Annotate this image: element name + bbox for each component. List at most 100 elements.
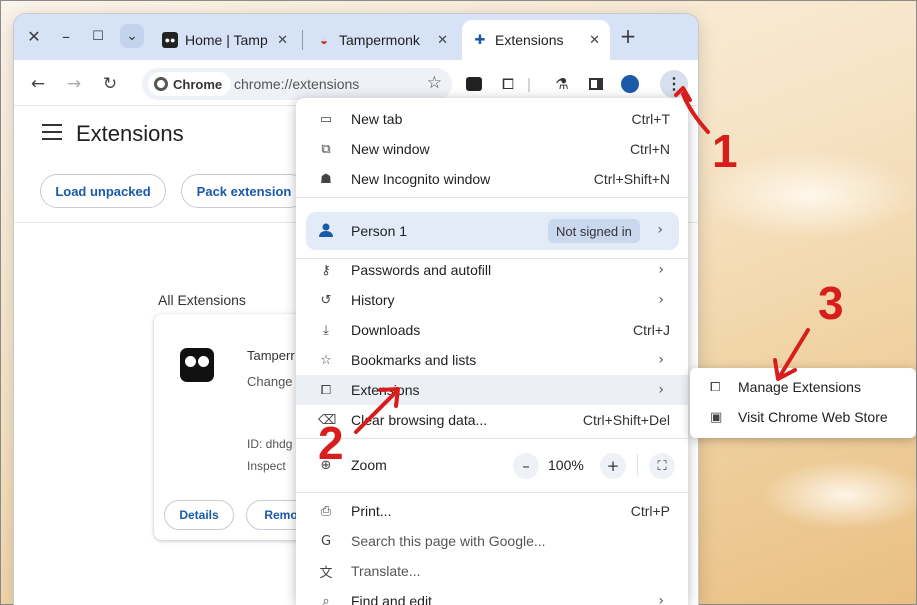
address-bar[interactable]: Chrome chrome://extensions ☆ bbox=[142, 68, 452, 100]
tab-extensions[interactable]: ✚ Extensions ✕ bbox=[462, 20, 610, 60]
url-text: chrome://extensions bbox=[234, 76, 360, 92]
menu-item-label: Search this page with Google... bbox=[351, 533, 546, 549]
tab-home-tampermonkey[interactable]: ●● Home | Tamp ✕ bbox=[152, 20, 298, 60]
step-1-label: 1 bbox=[712, 125, 738, 177]
tab-search-button[interactable]: ⌄ bbox=[120, 24, 144, 48]
menu-item-download[interactable]: ⤓ Downloads Ctrl+J bbox=[296, 315, 688, 345]
menu-item-label: New window bbox=[351, 141, 430, 157]
labs-flask-icon[interactable]: ⚗ bbox=[550, 72, 574, 96]
menu-divider bbox=[296, 197, 688, 198]
zoom-in-button[interactable]: + bbox=[600, 453, 626, 479]
menu-item-find[interactable]: ⌕ Find and edit › bbox=[296, 586, 688, 605]
menu-item-label: Clear browsing data... bbox=[351, 412, 488, 428]
details-button[interactable]: Details bbox=[164, 500, 234, 530]
profile-avatar-icon[interactable] bbox=[618, 72, 642, 96]
tab-title: Tampermonk bbox=[339, 32, 420, 48]
menu-item-new-window[interactable]: ⧉ New window Ctrl+N bbox=[296, 134, 688, 164]
menu-item-new-tab[interactable]: ▭ New tab Ctrl+T bbox=[296, 104, 688, 134]
close-tab-icon[interactable]: ✕ bbox=[589, 33, 600, 48]
hamburger-menu-icon[interactable] bbox=[42, 124, 62, 140]
menu-item-zoom: ⊕ Zoom bbox=[296, 450, 688, 480]
section-heading: All Extensions bbox=[158, 292, 246, 308]
manage-extensions-item[interactable]: ⧠ Manage Extensions bbox=[690, 372, 916, 402]
puzzle-icon: ⧠ bbox=[710, 379, 721, 395]
new-tab-icon: ▭ bbox=[319, 111, 333, 127]
menu-item-google[interactable]: G Search this page with Google... bbox=[296, 526, 688, 556]
puzzle-icon: ⧠ bbox=[320, 382, 332, 398]
menu-item-label: Print... bbox=[351, 503, 392, 519]
star-icon: ☆ bbox=[320, 352, 332, 368]
tampermonkey-favicon: ●● bbox=[162, 32, 178, 48]
menu-item-label: Translate... bbox=[351, 563, 421, 579]
desktop-cloud bbox=[760, 460, 917, 530]
close-window-button[interactable]: ✕ bbox=[22, 24, 46, 48]
tampermonkey-extension-icon[interactable] bbox=[462, 72, 486, 96]
inspect-views[interactable]: Inspect bbox=[247, 459, 286, 473]
maximize-button[interactable]: ☐ bbox=[86, 24, 110, 48]
menu-item-trash[interactable]: ⌫ Clear browsing data... Ctrl+Shift+Del bbox=[296, 405, 688, 435]
bookmark-star-icon[interactable]: ☆ bbox=[427, 73, 442, 93]
zoom-level: 100% bbox=[548, 457, 584, 473]
chevron-right-icon: › bbox=[658, 593, 664, 605]
forward-icon[interactable]: → bbox=[62, 72, 86, 96]
menu-item-key[interactable]: ⚷ Passwords and autofill › bbox=[296, 255, 688, 285]
zoom-divider bbox=[637, 454, 638, 476]
visit-web-store-item[interactable]: ▣ Visit Chrome Web Store bbox=[690, 402, 916, 432]
chevron-right-icon: › bbox=[658, 292, 664, 308]
menu-item-incognito[interactable]: ☗ New Incognito window Ctrl+Shift+N bbox=[296, 164, 688, 194]
person-icon bbox=[319, 223, 333, 237]
menu-item-label: Manage Extensions bbox=[738, 379, 861, 395]
menu-item-label: Passwords and autofill bbox=[351, 262, 492, 278]
tab-strip: ✕ – ☐ ⌄ ●● Home | Tamp ✕ ◒ Tampermonk ✕ … bbox=[14, 14, 698, 60]
menu-item-label: Bookmarks and lists bbox=[351, 352, 477, 368]
chevron-right-icon: › bbox=[658, 382, 664, 398]
menu-item-star[interactable]: ☆ Bookmarks and lists › bbox=[296, 345, 688, 375]
menu-item-label: Extensions bbox=[351, 382, 420, 398]
chip-label: Chrome bbox=[173, 76, 223, 92]
reload-icon[interactable]: ↻ bbox=[98, 72, 122, 96]
menu-item-label: Visit Chrome Web Store bbox=[738, 409, 888, 425]
extension-description: Change bbox=[247, 374, 293, 389]
menu-item-label: Downloads bbox=[351, 322, 421, 338]
tab-title: Home | Tamp bbox=[185, 32, 268, 48]
close-tab-icon[interactable]: ✕ bbox=[437, 33, 448, 48]
download-icon: ⤓ bbox=[323, 322, 329, 338]
incognito-icon: ☗ bbox=[320, 171, 332, 187]
menu-item-translate[interactable]: 文 Translate... bbox=[296, 556, 688, 586]
menu-item-label: History bbox=[351, 292, 395, 308]
keyboard-shortcut: Ctrl+P bbox=[630, 503, 670, 519]
keyboard-shortcut: Ctrl+N bbox=[629, 141, 670, 157]
tab-title: Extensions bbox=[495, 32, 564, 48]
chevron-right-icon: › bbox=[658, 352, 664, 368]
fullscreen-button[interactable]: ⛶ bbox=[649, 453, 675, 479]
step-3-label: 3 bbox=[818, 277, 844, 329]
more-menu-button[interactable]: ⋮ bbox=[660, 70, 688, 98]
keyboard-shortcut: Ctrl+Shift+N bbox=[593, 171, 670, 187]
site-info-chip[interactable]: Chrome bbox=[148, 72, 232, 96]
load-unpacked-button[interactable]: Load unpacked bbox=[40, 174, 166, 208]
menu-item-print[interactable]: ⎙ Print... Ctrl+P bbox=[296, 496, 688, 526]
history-icon: ↺ bbox=[320, 292, 332, 308]
chevron-right-icon: › bbox=[657, 222, 663, 238]
menu-divider bbox=[296, 438, 688, 439]
menu-item-puzzle[interactable]: ⧠ Extensions › bbox=[296, 375, 688, 405]
menu-divider bbox=[296, 492, 688, 493]
extensions-puzzle-icon[interactable]: ⧠ bbox=[496, 72, 520, 96]
new-tab-button[interactable]: + bbox=[616, 24, 640, 48]
step-2-label: 2 bbox=[318, 417, 344, 469]
zoom-out-button[interactable]: – bbox=[513, 453, 539, 479]
new-window-icon: ⧉ bbox=[321, 141, 331, 157]
key-icon: ⚷ bbox=[321, 262, 331, 278]
extensions-submenu: ⧠ Manage Extensions ▣ Visit Chrome Web S… bbox=[690, 368, 916, 438]
pack-extension-button[interactable]: Pack extension bbox=[181, 174, 307, 208]
back-icon[interactable]: ← bbox=[26, 72, 50, 96]
puzzle-icon: ✚ bbox=[474, 32, 486, 47]
person-profile-row[interactable]: Person 1 Not signed in › bbox=[306, 212, 679, 250]
chrome-main-menu: ▭ New tab Ctrl+T ⧉ New window Ctrl+N ☗ New Inco… bbox=[296, 98, 688, 605]
close-tab-icon[interactable]: ✕ bbox=[277, 33, 288, 48]
minimize-button[interactable]: – bbox=[54, 24, 78, 48]
tab-tampermonkey[interactable]: ◒ Tampermonk ✕ bbox=[306, 20, 458, 60]
chevron-right-icon: › bbox=[658, 262, 664, 278]
menu-item-history[interactable]: ↺ History › bbox=[296, 285, 688, 315]
side-panel-icon[interactable] bbox=[584, 72, 608, 96]
